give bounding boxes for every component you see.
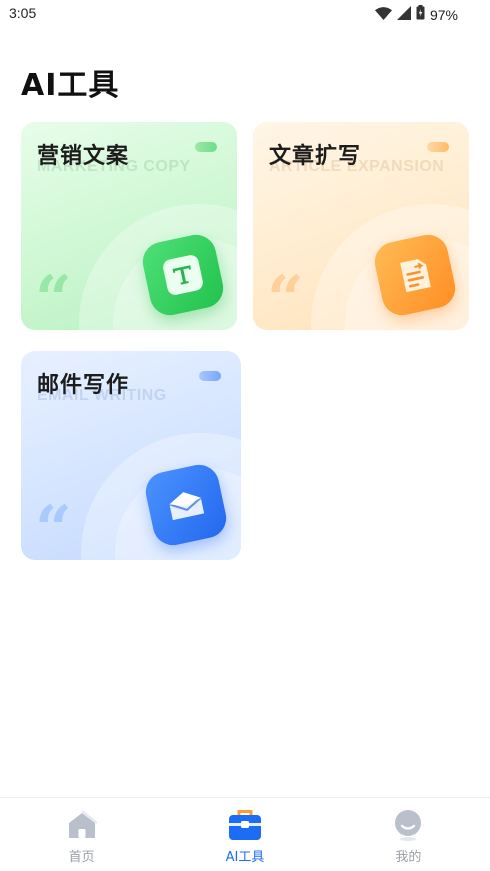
nav-label-mine: 我的 bbox=[395, 850, 422, 865]
battery-icon bbox=[416, 5, 425, 24]
toolbox-icon bbox=[228, 808, 262, 842]
nav-item-ai-tools[interactable]: AI工具 bbox=[163, 798, 326, 871]
home-icon bbox=[65, 808, 99, 842]
tool-card-marketing[interactable]: MARKETING COPY 营销文案 “ bbox=[21, 122, 237, 330]
wifi-icon bbox=[374, 5, 392, 24]
nav-item-home[interactable]: 首页 bbox=[0, 798, 163, 871]
card-title: 邮件写作 bbox=[37, 373, 130, 398]
battery-percent: 97% bbox=[429, 6, 458, 23]
card-title: 文章扩写 bbox=[269, 144, 362, 169]
status-bar: 3:05 97% bbox=[0, 0, 490, 28]
card-title: 营销文案 bbox=[37, 144, 130, 169]
card-badge bbox=[195, 142, 217, 152]
tool-card-email[interactable]: EMAIL WRITING 邮件写作 “ bbox=[21, 351, 241, 560]
nav-item-mine[interactable]: 我的 bbox=[327, 798, 490, 871]
card-badge bbox=[427, 142, 449, 152]
nav-label-ai-tools: AI工具 bbox=[225, 850, 265, 865]
bottom-nav: 首页 AI工具 我的 bbox=[0, 797, 490, 871]
card-badge bbox=[199, 371, 221, 381]
status-icons: 97% bbox=[374, 5, 458, 24]
page-title: AI工具 bbox=[21, 68, 120, 103]
profile-icon bbox=[391, 808, 425, 842]
nav-label-home: 首页 bbox=[68, 850, 95, 865]
status-time: 3:05 bbox=[9, 5, 37, 21]
quote-icon: “ bbox=[35, 504, 72, 548]
quote-icon: “ bbox=[267, 274, 304, 318]
signal-icon bbox=[396, 5, 411, 24]
quote-icon: “ bbox=[35, 274, 72, 318]
tool-card-article[interactable]: ARTICLE EXPANSION 文章扩写 “ bbox=[253, 122, 469, 330]
